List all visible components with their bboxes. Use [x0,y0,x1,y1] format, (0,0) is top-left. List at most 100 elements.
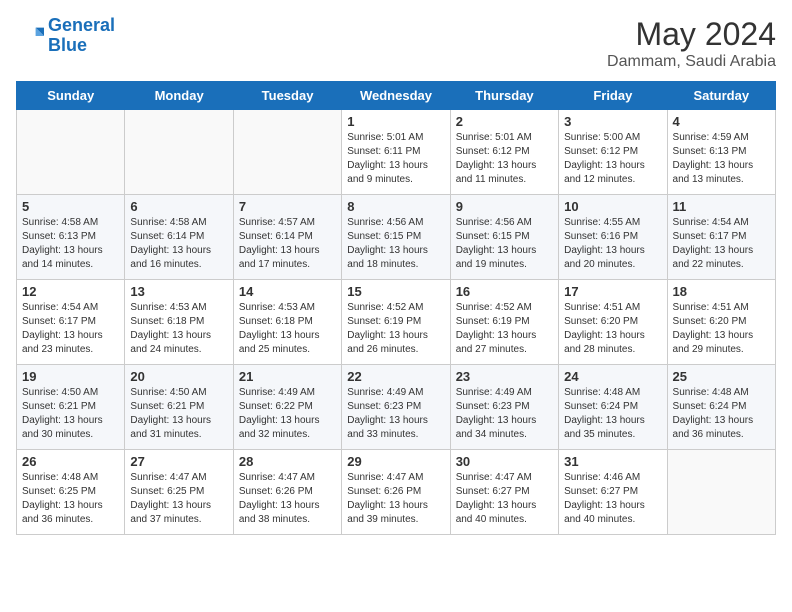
day-info: Sunrise: 4:54 AMSunset: 6:17 PMDaylight:… [22,301,119,357]
calendar-cell: 24Sunrise: 4:48 AMSunset: 6:24 PMDayligh… [559,365,667,450]
day-number: 18 [673,284,770,299]
day-info: Sunrise: 4:58 AMSunset: 6:13 PMDaylight:… [22,216,119,272]
day-number: 12 [22,284,119,299]
calendar-cell: 3 Sunrise: 5:00 AMSunset: 6:12 PMDaylight… [559,110,667,195]
day-number: 11 [673,199,770,214]
day-info: Sunrise: 4:50 AMSunset: 6:21 PMDaylight:… [22,386,119,442]
calendar-cell: 5 Sunrise: 4:58 AMSunset: 6:13 PMDaylight… [17,195,125,280]
calendar-cell: 10Sunrise: 4:55 AMSunset: 6:16 PMDayligh… [559,195,667,280]
day-info: Sunrise: 4:47 AMSunset: 6:26 PMDaylight:… [239,471,336,527]
logo-icon [16,22,44,50]
calendar-cell: 1Sunrise: 5:01 AMSunset: 6:11 PMDaylight… [342,110,450,195]
day-info: Sunrise: 4:46 AMSunset: 6:27 PMDaylight:… [564,471,661,527]
calendar-subtitle: Dammam, Saudi Arabia [607,53,776,71]
calendar-week-row: 26Sunrise: 4:48 AMSunset: 6:25 PMDayligh… [17,450,776,535]
day-number: 3 [564,114,661,129]
weekday-header: Monday [125,82,233,110]
calendar-cell: 16 Sunrise: 4:52 AMSunset: 6:19 PMDayligh… [450,280,558,365]
day-number: 4 [673,114,770,129]
calendar-cell [125,110,233,195]
day-number: 25 [673,369,770,384]
day-number: 14 [239,284,336,299]
day-number: 17 [564,284,661,299]
day-number: 5 [22,199,119,214]
day-info: Sunrise: 5:01 AMSunset: 6:12 PMDaylight:… [456,131,553,187]
calendar-cell: 11 Sunrise: 4:54 AMSunset: 6:17 PMDayligh… [667,195,775,280]
day-number: 30 [456,454,553,469]
day-info: Sunrise: 4:49 AMSunset: 6:22 PMDaylight:… [239,386,336,442]
calendar-cell: 25Sunrise: 4:48 AMSunset: 6:24 PMDayligh… [667,365,775,450]
day-number: 23 [456,369,553,384]
day-info: Sunrise: 4:55 AMSunset: 6:16 PMDaylight:… [564,216,661,272]
calendar-week-row: 12 Sunrise: 4:54 AMSunset: 6:17 PMDayligh… [17,280,776,365]
page-header: General Blue May 2024 Dammam, Saudi Arab… [16,16,776,71]
calendar-cell: 14 Sunrise: 4:53 AMSunset: 6:18 PMDayligh… [233,280,341,365]
title-block: May 2024 Dammam, Saudi Arabia [607,16,776,71]
calendar-cell: 2 Sunrise: 5:01 AMSunset: 6:12 PMDaylight… [450,110,558,195]
calendar-cell: 30 Sunrise: 4:47 AMSunset: 6:27 PMDayligh… [450,450,558,535]
day-number: 26 [22,454,119,469]
day-info: Sunrise: 4:49 AMSunset: 6:23 PMDaylight:… [347,386,444,442]
day-info: Sunrise: 4:51 AMSunset: 6:20 PMDaylight:… [564,301,661,357]
day-number: 20 [130,369,227,384]
calendar-week-row: 19 Sunrise: 4:50 AMSunset: 6:21 PMDayligh… [17,365,776,450]
day-number: 19 [22,369,119,384]
day-number: 13 [130,284,227,299]
logo-text: General Blue [48,16,115,56]
day-info: Sunrise: 4:53 AMSunset: 6:18 PMDaylight:… [130,301,227,357]
day-number: 1 [347,114,444,129]
day-number: 8 [347,199,444,214]
day-number: 28 [239,454,336,469]
calendar-cell: 21 Sunrise: 4:49 AMSunset: 6:22 PMDayligh… [233,365,341,450]
weekday-header: Tuesday [233,82,341,110]
calendar-cell: 17 Sunrise: 4:51 AMSunset: 6:20 PMDayligh… [559,280,667,365]
day-info: Sunrise: 4:56 AMSunset: 6:15 PMDaylight:… [347,216,444,272]
day-number: 2 [456,114,553,129]
calendar-cell [667,450,775,535]
calendar-cell: 23 Sunrise: 4:49 AMSunset: 6:23 PMDayligh… [450,365,558,450]
calendar-cell: 4Sunrise: 4:59 AMSunset: 6:13 PMDaylight… [667,110,775,195]
calendar-cell: 29Sunrise: 4:47 AMSunset: 6:26 PMDayligh… [342,450,450,535]
logo: General Blue [16,16,115,56]
calendar-cell: 7Sunrise: 4:57 AMSunset: 6:14 PMDaylight… [233,195,341,280]
day-info: Sunrise: 4:50 AMSunset: 6:21 PMDaylight:… [130,386,227,442]
weekday-header-row: SundayMondayTuesdayWednesdayThursdayFrid… [17,82,776,110]
day-number: 31 [564,454,661,469]
logo-general: General [48,15,115,35]
calendar-cell: 8 Sunrise: 4:56 AMSunset: 6:15 PMDaylight… [342,195,450,280]
calendar-cell: 26Sunrise: 4:48 AMSunset: 6:25 PMDayligh… [17,450,125,535]
calendar-cell: 12 Sunrise: 4:54 AMSunset: 6:17 PMDayligh… [17,280,125,365]
calendar-cell: 9 Sunrise: 4:56 AMSunset: 6:15 PMDaylight… [450,195,558,280]
day-info: Sunrise: 4:47 AMSunset: 6:27 PMDaylight:… [456,471,553,527]
weekday-header: Sunday [17,82,125,110]
weekday-header: Wednesday [342,82,450,110]
day-info: Sunrise: 4:49 AMSunset: 6:23 PMDaylight:… [456,386,553,442]
day-number: 9 [456,199,553,214]
calendar-cell: 6Sunrise: 4:58 AMSunset: 6:14 PMDaylight… [125,195,233,280]
day-info: Sunrise: 4:58 AMSunset: 6:14 PMDaylight:… [130,216,227,272]
day-number: 7 [239,199,336,214]
calendar-cell: 20 Sunrise: 4:50 AMSunset: 6:21 PMDayligh… [125,365,233,450]
calendar-cell [17,110,125,195]
day-info: Sunrise: 4:51 AMSunset: 6:20 PMDaylight:… [673,301,770,357]
day-number: 27 [130,454,227,469]
day-info: Sunrise: 4:47 AMSunset: 6:26 PMDaylight:… [347,471,444,527]
calendar-cell: 13 Sunrise: 4:53 AMSunset: 6:18 PMDayligh… [125,280,233,365]
day-number: 21 [239,369,336,384]
calendar-cell: 31 Sunrise: 4:46 AMSunset: 6:27 PMDayligh… [559,450,667,535]
calendar-table: SundayMondayTuesdayWednesdayThursdayFrid… [16,81,776,535]
day-info: Sunrise: 5:00 AMSunset: 6:12 PMDaylight:… [564,131,661,187]
day-number: 16 [456,284,553,299]
weekday-header: Thursday [450,82,558,110]
day-info: Sunrise: 4:48 AMSunset: 6:24 PMDaylight:… [564,386,661,442]
day-info: Sunrise: 4:54 AMSunset: 6:17 PMDaylight:… [673,216,770,272]
day-info: Sunrise: 4:52 AMSunset: 6:19 PMDaylight:… [347,301,444,357]
calendar-cell: 27Sunrise: 4:47 AMSunset: 6:25 PMDayligh… [125,450,233,535]
calendar-cell: 22Sunrise: 4:49 AMSunset: 6:23 PMDayligh… [342,365,450,450]
calendar-cell: 19 Sunrise: 4:50 AMSunset: 6:21 PMDayligh… [17,365,125,450]
day-info: Sunrise: 4:53 AMSunset: 6:18 PMDaylight:… [239,301,336,357]
weekday-header: Friday [559,82,667,110]
day-info: Sunrise: 4:56 AMSunset: 6:15 PMDaylight:… [456,216,553,272]
day-info: Sunrise: 4:52 AMSunset: 6:19 PMDaylight:… [456,301,553,357]
calendar-week-row: 1Sunrise: 5:01 AMSunset: 6:11 PMDaylight… [17,110,776,195]
